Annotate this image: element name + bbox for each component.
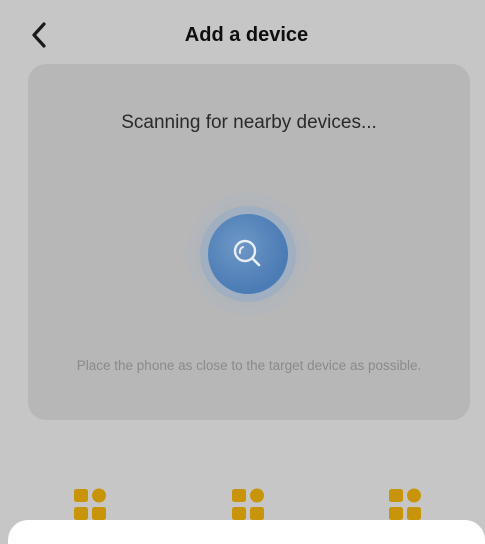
radar-core <box>208 214 288 294</box>
bottom-sheet[interactable] <box>8 520 485 544</box>
device-category-icon[interactable] <box>232 488 266 522</box>
scan-status-text: Scanning for nearby devices... <box>121 112 377 133</box>
scan-radar <box>186 192 310 316</box>
header-bar: Add a device <box>8 8 485 64</box>
device-category-icon[interactable] <box>74 488 108 522</box>
scan-card: Scanning for nearby devices... Place the… <box>28 64 470 420</box>
scan-hint-text: Place the phone as close to the target d… <box>76 358 422 373</box>
search-icon <box>233 239 261 267</box>
device-category-icon[interactable] <box>389 488 423 522</box>
page-title: Add a device <box>184 24 309 46</box>
add-device-screen: Add a device Scanning for nearby devices… <box>0 0 485 544</box>
